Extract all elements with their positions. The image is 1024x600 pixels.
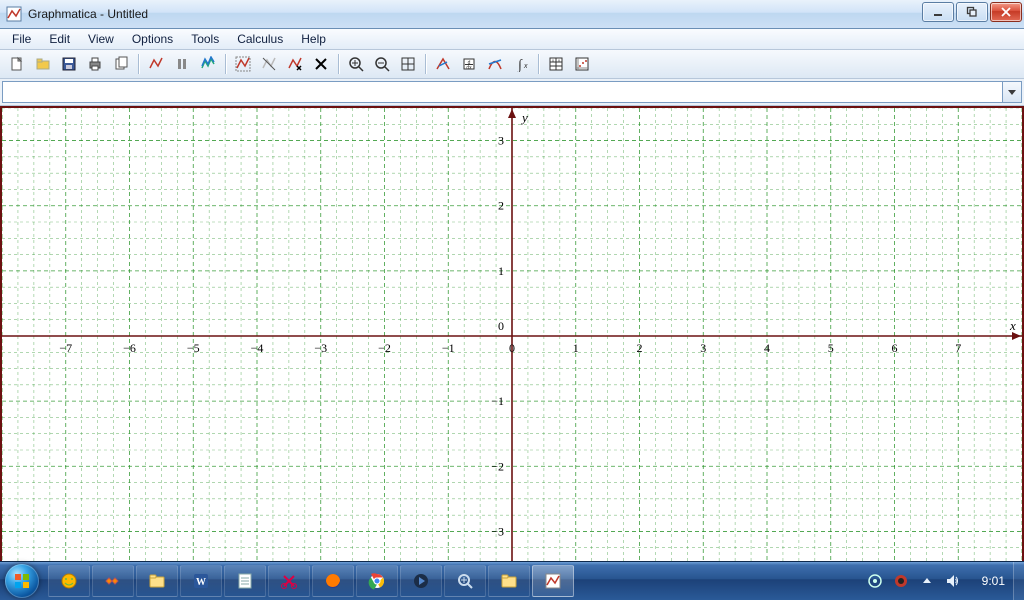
menu-help[interactable]: Help [293, 30, 334, 48]
taskbar-item-graphmatica[interactable] [532, 565, 574, 597]
svg-text:6: 6 [892, 341, 898, 355]
menu-tools[interactable]: Tools [183, 30, 227, 48]
taskbar-item-explorer-2[interactable] [488, 565, 530, 597]
svg-text:1: 1 [573, 341, 579, 355]
tray-icon-2[interactable] [893, 573, 909, 589]
minimize-button[interactable] [922, 2, 954, 22]
delete-all-icon[interactable] [309, 52, 333, 76]
app-icon [6, 6, 22, 22]
svg-text:7: 7 [955, 341, 961, 355]
taskbar: W 9:01 [0, 561, 1024, 600]
point-tables-icon[interactable]: xy [544, 52, 568, 76]
zoom-in-icon[interactable] [344, 52, 368, 76]
svg-text:−4: −4 [251, 341, 264, 355]
svg-text:−7: −7 [59, 341, 72, 355]
svg-text:−1: −1 [491, 394, 504, 408]
pause-icon[interactable] [170, 52, 194, 76]
toolbar-separator [138, 54, 139, 74]
taskbar-item-chrome[interactable] [356, 565, 398, 597]
menu-options[interactable]: Options [124, 30, 181, 48]
svg-text:x: x [552, 58, 554, 63]
svg-text:−6: −6 [123, 341, 136, 355]
equation-row [0, 79, 1024, 106]
system-tray: 9:01 [859, 573, 1013, 589]
svg-text:4: 4 [764, 341, 770, 355]
svg-text:−2: −2 [491, 459, 504, 473]
hide-graph-icon[interactable] [257, 52, 281, 76]
taskbar-item-mediaplayer[interactable] [400, 565, 442, 597]
svg-text:∫: ∫ [517, 58, 523, 72]
taskbar-item-explorer[interactable] [136, 565, 178, 597]
toolbar: ddx∫xxy [0, 50, 1024, 79]
svg-text:−3: −3 [491, 524, 504, 538]
svg-text:0: 0 [498, 319, 504, 333]
equation-dropdown-button[interactable] [1003, 81, 1022, 103]
open-file-icon[interactable] [31, 52, 55, 76]
svg-text:−2: −2 [378, 341, 391, 355]
equation-input[interactable] [2, 81, 1003, 103]
svg-text:3: 3 [700, 341, 706, 355]
integrate-icon[interactable]: ∫x [509, 52, 533, 76]
redraw-all-icon[interactable] [196, 52, 220, 76]
tray-volume-icon[interactable] [945, 573, 961, 589]
maximize-button[interactable] [956, 2, 988, 22]
svg-text:x: x [523, 63, 528, 70]
taskbar-item-word[interactable]: W [180, 565, 222, 597]
print-icon[interactable] [83, 52, 107, 76]
svg-text:3: 3 [498, 134, 504, 148]
tangent-line-icon[interactable] [483, 52, 507, 76]
tray-show-hidden-icon[interactable] [919, 573, 935, 589]
taskbar-item-2[interactable] [92, 565, 134, 597]
start-button[interactable] [0, 562, 44, 600]
new-file-icon[interactable] [5, 52, 29, 76]
svg-text:−1: −1 [442, 341, 455, 355]
svg-text:W: W [196, 577, 206, 588]
grid-range-icon[interactable] [396, 52, 420, 76]
svg-text:−5: −5 [187, 341, 200, 355]
delete-graph-icon[interactable] [283, 52, 307, 76]
taskbar-item-magnifier[interactable] [444, 565, 486, 597]
svg-text:0: 0 [509, 341, 515, 355]
taskbar-item-1[interactable] [48, 565, 90, 597]
show-desktop-button[interactable] [1013, 562, 1024, 600]
taskbar-item-notepad[interactable] [224, 565, 266, 597]
tray-clock[interactable]: 9:01 [971, 574, 1005, 588]
zoom-out-icon[interactable] [370, 52, 394, 76]
menu-file[interactable]: File [4, 30, 39, 48]
svg-text:5: 5 [828, 341, 834, 355]
taskbar-item-firefox[interactable] [312, 565, 354, 597]
svg-text:y: y [558, 58, 560, 63]
window-title: Graphmatica - Untitled [28, 7, 148, 21]
menubar: File Edit View Options Tools Calculus He… [0, 29, 1024, 50]
svg-text:2: 2 [498, 199, 504, 213]
svg-text:1: 1 [498, 264, 504, 278]
draw-graph-icon[interactable] [144, 52, 168, 76]
toolbar-separator [538, 54, 539, 74]
toolbar-separator [425, 54, 426, 74]
svg-text:2: 2 [637, 341, 643, 355]
graph-canvas[interactable]: −7 −6 −5 −4 −3 −2 −1 0 1 2 3 4 5 6 7 −3 −2 −1 1 2 3 0 x y [0, 106, 1024, 566]
taskbar-pins: W [48, 565, 574, 597]
toolbar-separator [338, 54, 339, 74]
window-controls [922, 2, 1022, 22]
taskbar-item-snip[interactable] [268, 565, 310, 597]
derivative-icon[interactable]: ddx [457, 52, 481, 76]
find-derivative-icon[interactable] [431, 52, 455, 76]
save-icon[interactable] [57, 52, 81, 76]
clear-icon[interactable] [231, 52, 255, 76]
tray-icon-1[interactable] [867, 573, 883, 589]
svg-text:y: y [520, 110, 528, 125]
toolbar-separator [225, 54, 226, 74]
titlebar: Graphmatica - Untitled [0, 0, 1024, 29]
close-button[interactable] [990, 2, 1022, 22]
copy-icon[interactable] [109, 52, 133, 76]
menu-edit[interactable]: Edit [41, 30, 78, 48]
menu-view[interactable]: View [80, 30, 122, 48]
svg-text:−3: −3 [314, 341, 327, 355]
data-plot-icon[interactable] [570, 52, 594, 76]
menu-calculus[interactable]: Calculus [229, 30, 291, 48]
svg-text:x: x [1009, 318, 1016, 333]
svg-text:dx: dx [466, 65, 472, 71]
